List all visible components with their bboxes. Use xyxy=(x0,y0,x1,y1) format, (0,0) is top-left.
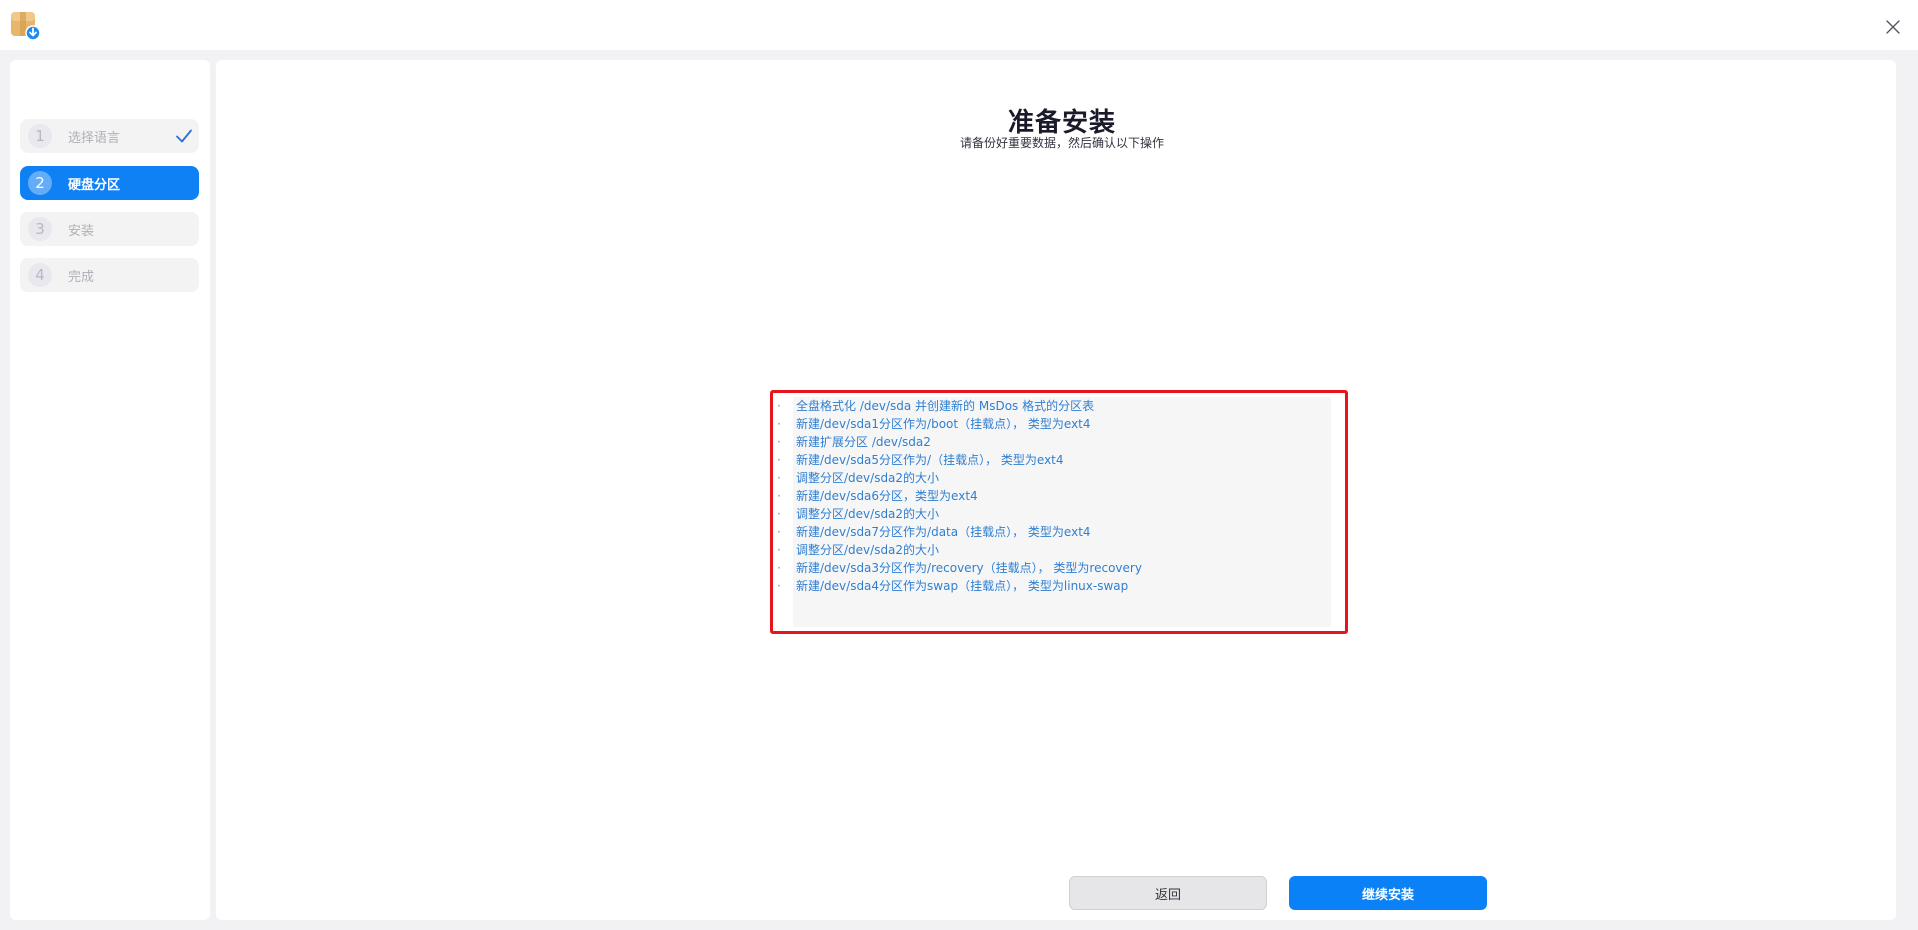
bullet: · xyxy=(777,399,781,413)
step-disk-partition[interactable]: 2 硬盘分区 xyxy=(20,166,199,200)
step-label: 选择语言 xyxy=(68,130,121,146)
list-item: · 调整分区/dev/sda2的大小 xyxy=(777,541,1142,559)
bullet: · xyxy=(777,507,781,521)
close-icon[interactable] xyxy=(1884,18,1902,36)
operation-text: 调整分区/dev/sda2的大小 xyxy=(796,471,940,485)
step-number: 1 xyxy=(28,124,52,148)
operation-text: 新建/dev/sda6分区，类型为ext4 xyxy=(796,489,978,503)
step-label: 完成 xyxy=(68,269,95,285)
bullet: · xyxy=(777,471,781,485)
operation-text: 新建/dev/sda4分区作为swap（挂载点）， 类型为linux-swap xyxy=(796,579,1129,593)
list-item: · 调整分区/dev/sda2的大小 xyxy=(777,505,1142,523)
bullet: · xyxy=(777,525,781,539)
title-bar xyxy=(0,0,1918,50)
list-item: · 新建/dev/sda3分区作为/recovery（挂载点）， 类型为recov… xyxy=(777,559,1142,577)
bullet: · xyxy=(777,543,781,557)
bullet: · xyxy=(777,417,781,431)
operation-text: 新建/dev/sda3分区作为/recovery（挂载点）， 类型为recove… xyxy=(796,561,1142,575)
continue-install-button[interactable]: 继续安装 xyxy=(1289,876,1487,910)
package-download-icon xyxy=(11,12,40,40)
list-item: · 新建/dev/sda5分区作为/（挂载点）， 类型为ext4 xyxy=(777,451,1142,469)
main-panel: 准备安装 请备份好重要数据，然后确认以下操作 · 全盘格式化 /dev/sda 并… xyxy=(216,60,1896,920)
steps-sidebar: 1 选择语言 2 硬盘分区 3 安装 4 完成 xyxy=(10,60,210,920)
bullet: · xyxy=(777,489,781,503)
step-number: 4 xyxy=(28,263,52,287)
step-number: 3 xyxy=(28,217,52,241)
operation-text: 新建/dev/sda5分区作为/（挂载点）， 类型为ext4 xyxy=(796,453,1064,467)
bullet: · xyxy=(777,453,781,467)
list-item: · 新建/dev/sda6分区，类型为ext4 xyxy=(777,487,1142,505)
list-item: · 新建扩展分区 /dev/sda2 xyxy=(777,433,1142,451)
list-item: · 调整分区/dev/sda2的大小 xyxy=(777,469,1142,487)
bullet: · xyxy=(777,561,781,575)
step-label: 硬盘分区 xyxy=(68,177,121,193)
operations-highlight-frame: · 全盘格式化 /dev/sda 并创建新的 MsDos 格式的分区表 · 新建/d… xyxy=(770,390,1348,634)
bullet: · xyxy=(777,435,781,449)
operation-text: 新建/dev/sda7分区作为/data（挂载点）， 类型为ext4 xyxy=(796,525,1091,539)
list-item: · 新建/dev/sda1分区作为/boot（挂载点）， 类型为ext4 xyxy=(777,415,1142,433)
list-item: · 新建/dev/sda4分区作为swap（挂载点）， 类型为linux-swap xyxy=(777,577,1142,595)
step-number: 2 xyxy=(28,171,52,195)
operation-text: 新建扩展分区 /dev/sda2 xyxy=(796,435,931,449)
operation-text: 调整分区/dev/sda2的大小 xyxy=(796,507,940,521)
operation-text: 调整分区/dev/sda2的大小 xyxy=(796,543,940,557)
operation-text: 全盘格式化 /dev/sda 并创建新的 MsDos 格式的分区表 xyxy=(796,399,1095,413)
operations-list: · 全盘格式化 /dev/sda 并创建新的 MsDos 格式的分区表 · 新建/d… xyxy=(777,397,1142,595)
operations-list-box[interactable]: · 全盘格式化 /dev/sda 并创建新的 MsDos 格式的分区表 · 新建/d… xyxy=(777,397,1331,627)
list-item: · 全盘格式化 /dev/sda 并创建新的 MsDos 格式的分区表 xyxy=(777,397,1142,415)
step-install[interactable]: 3 安装 xyxy=(20,212,199,246)
operation-text: 新建/dev/sda1分区作为/boot（挂载点）， 类型为ext4 xyxy=(796,417,1091,431)
step-label: 安装 xyxy=(68,223,95,239)
page-subtitle: 请备份好重要数据，然后确认以下操作 xyxy=(959,136,1164,150)
bullet: · xyxy=(777,579,781,593)
checkmark-icon xyxy=(176,129,192,143)
list-item: · 新建/dev/sda7分区作为/data（挂载点）， 类型为ext4 xyxy=(777,523,1142,541)
step-finish[interactable]: 4 完成 xyxy=(20,258,199,292)
step-select-language[interactable]: 1 选择语言 xyxy=(20,119,199,153)
back-button[interactable]: 返回 xyxy=(1069,876,1267,910)
